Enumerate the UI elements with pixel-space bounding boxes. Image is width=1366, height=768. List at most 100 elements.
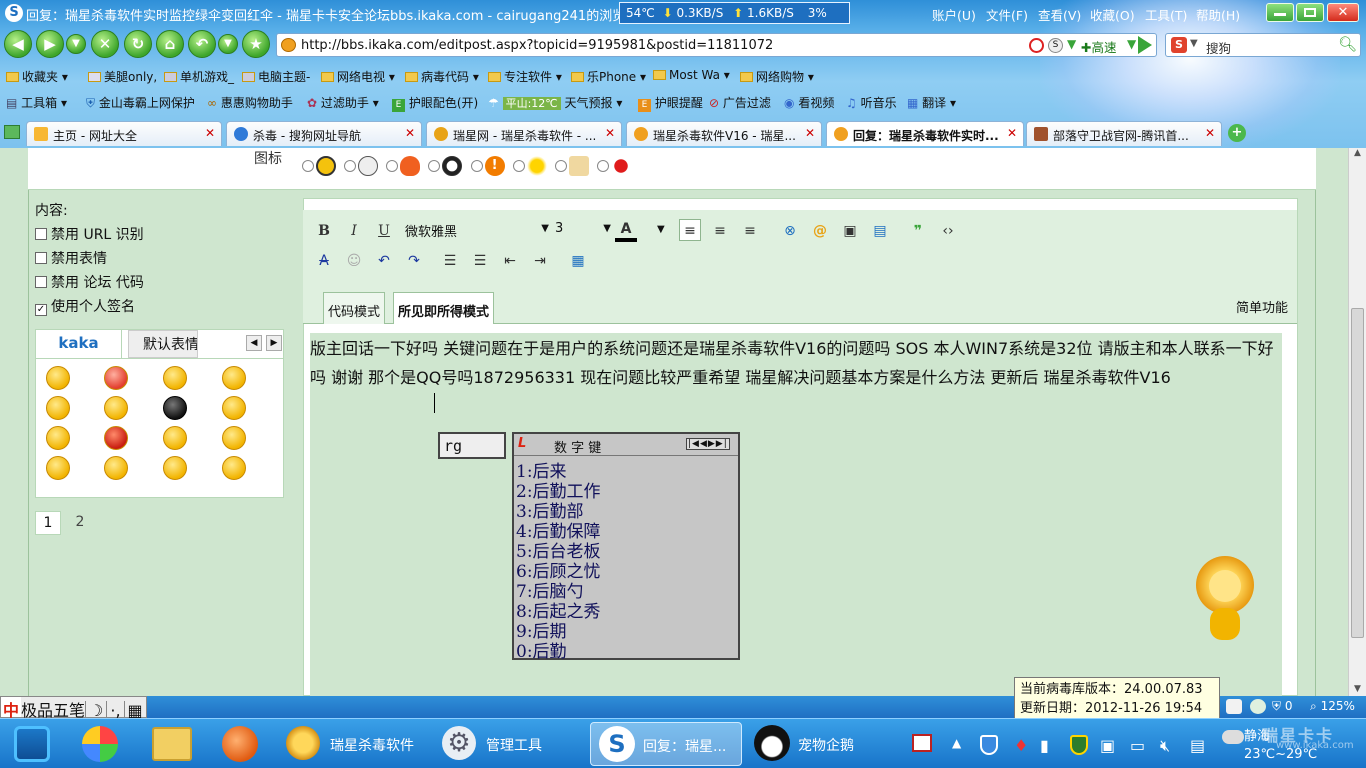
option-use-signature[interactable]: ✓ 使用个人签名 [35, 296, 135, 316]
tray-monitor-icon[interactable]: ▭ [1130, 736, 1145, 755]
tray-security-icon[interactable] [1070, 735, 1088, 755]
undo-dropdown-button[interactable]: ▼ [218, 34, 238, 54]
bookmark-6[interactable]: 专注软件 ▾ [488, 68, 562, 85]
simple-mode-link[interactable]: 简单功能 [1236, 297, 1288, 316]
tray-volume-muted-icon[interactable]: 🔇︎ [1160, 736, 1170, 756]
option-disable-bbcode[interactable]: 禁用 论坛 代码 [35, 272, 144, 292]
icon-radio[interactable] [470, 160, 483, 172]
smiley-icon[interactable] [163, 426, 187, 450]
underline-button[interactable]: U [373, 220, 395, 242]
eye-color-button[interactable]: E 护眼配色(开) [392, 94, 478, 112]
exclamation-icon[interactable]: ! [484, 156, 505, 176]
menu-view[interactable]: 查看(V) [1038, 5, 1081, 24]
smiley-icon[interactable] [46, 366, 70, 390]
ime-page-controls-icon[interactable]: |◀◀▶▶| [686, 438, 730, 450]
tab-tribal-game[interactable]: 部落守卫战官网-腾讯首... ✕ [1026, 121, 1222, 146]
tab-home[interactable]: 主页 - 网址大全 ✕ [26, 121, 222, 146]
minimize-button[interactable] [1266, 3, 1294, 22]
search-engine-dropdown-icon[interactable]: ▼ [1190, 38, 1198, 49]
smiley-icon[interactable] [163, 366, 187, 390]
option-disable-smilies[interactable]: 禁用表情 [35, 248, 107, 268]
adblock-icon[interactable] [1029, 38, 1044, 53]
address-bar[interactable]: http://bbs.ikaka.com/editpost.aspx?topic… [276, 33, 1157, 57]
scroll-down-icon[interactable]: ▼ [1349, 684, 1366, 694]
icon-radio[interactable] [428, 160, 441, 172]
tray-keyboard-icon[interactable]: ▤ [1190, 736, 1205, 755]
music-button[interactable]: ♫ 听音乐 [846, 94, 897, 111]
smiley-page-2[interactable]: 2 [67, 511, 93, 535]
scroll-up-icon[interactable]: ▲ [1349, 148, 1366, 164]
tab-rising-site[interactable]: 瑞星网 - 瑞星杀毒软件 - ... ✕ [426, 121, 622, 146]
rising-lion-mascot-icon[interactable] [1192, 556, 1258, 640]
tray-device-icon[interactable]: ▮ [1040, 736, 1049, 755]
menu-help[interactable]: 帮助(H) [1196, 5, 1240, 24]
link-icon[interactable]: ⊗ [779, 220, 801, 242]
smiley-icon[interactable] [46, 456, 70, 480]
redo-icon[interactable]: ↷ [403, 250, 425, 272]
tab-reply-active[interactable]: 回复：瑞星杀毒软件实时... ✕ [826, 121, 1024, 146]
icon-radio[interactable] [596, 160, 609, 172]
icon-radio[interactable] [554, 160, 567, 172]
taskbar-qq-pet[interactable]: 宠物企鹅 [748, 722, 888, 766]
font-color-button[interactable]: A [615, 218, 637, 242]
status-icon[interactable] [1226, 699, 1242, 714]
font-family-select[interactable]: 微软雅黑 ▼ [405, 221, 549, 241]
smiley-tab-default[interactable]: 默认表情 [128, 330, 198, 358]
taskbar-admin-tools[interactable]: ⚙ 管理工具 [440, 722, 586, 766]
smiley-icon[interactable] [163, 456, 187, 480]
quote-icon[interactable]: ❞ [907, 220, 929, 242]
italic-button[interactable]: I [343, 220, 365, 242]
close-tab-icon[interactable]: ✕ [605, 126, 615, 140]
bookmark-favorites[interactable]: 收藏夹 ▾ [6, 68, 68, 85]
close-tab-icon[interactable]: ✕ [1007, 126, 1017, 140]
kingsoft-protect-button[interactable]: ⛨ 金山毒霸上网保护 [86, 94, 195, 111]
weather-gadget[interactable]: 静海 23℃~29℃ 瑞星卡卡 www.ikaka.com [1218, 722, 1366, 768]
close-tab-icon[interactable]: ✕ [805, 126, 815, 140]
email-icon[interactable]: @ [809, 220, 831, 242]
go-button[interactable] [1138, 36, 1152, 54]
ime-status-bar[interactable]: 中极品五笔 ☽ ·, ▦ [0, 696, 147, 720]
refresh-button[interactable]: ↻ [124, 30, 152, 58]
checkbox[interactable] [35, 276, 47, 288]
table-icon[interactable]: ▦ [567, 250, 589, 272]
back-button[interactable]: ◀ [4, 30, 32, 58]
close-tab-icon[interactable]: ✕ [405, 126, 415, 140]
zoom-level[interactable]: ⌕ 125% [1310, 699, 1355, 714]
editor-text[interactable]: 版主回话一下好吗 关键问题在于是用户的系统问题还是瑞星杀毒软件V16的问题吗 S… [310, 334, 1280, 392]
font-size-select[interactable]: 3 ▼ [555, 221, 611, 241]
smiley-tab-kaka[interactable]: kaka [36, 330, 122, 358]
tab-list-icon[interactable] [4, 125, 20, 139]
bookmark-9[interactable]: 网络购物 ▾ [740, 68, 814, 85]
play-icon[interactable] [358, 156, 379, 176]
football-icon[interactable] [442, 156, 463, 176]
close-tab-icon[interactable]: ✕ [1205, 126, 1215, 140]
bookmark-3[interactable]: 电脑主题- [242, 68, 310, 85]
tab-code-mode[interactable]: 代码模式 [323, 292, 386, 324]
page-scrollbar[interactable]: ▲ ▼ [1348, 148, 1366, 696]
forward-button[interactable]: ▶ [36, 30, 64, 58]
security-count[interactable]: ⛨ 0 [1272, 699, 1292, 714]
undo-close-button[interactable]: ↶ [188, 30, 216, 58]
tab-sogou[interactable]: 杀毒 - 搜狗网址导航 ✕ [226, 121, 422, 146]
menu-account[interactable]: 账户(U) [932, 5, 976, 24]
eye-reminder-button[interactable]: E 护眼提醒 [638, 94, 703, 112]
scroll-thumb[interactable] [1351, 308, 1364, 638]
smiley-icon[interactable] [104, 456, 128, 480]
media-icon[interactable]: ▤ [869, 220, 891, 242]
stop-button[interactable]: ✕ [91, 30, 119, 58]
align-center-button[interactable]: ≡ [709, 220, 731, 242]
radiation-icon[interactable] [316, 156, 336, 176]
weather-widget[interactable]: ☂ 平山:12℃ 天气预报 ▾ [488, 94, 622, 111]
smiley-prev-icon[interactable]: ◀ [246, 335, 262, 351]
smiley-icon[interactable] [222, 426, 246, 450]
bookmark-8[interactable]: Most Wa ▾ [653, 68, 730, 82]
smiley-page-1[interactable]: 1 [35, 511, 61, 535]
smiley-icon[interactable] [46, 396, 70, 420]
bold-button[interactable]: B [313, 220, 335, 242]
shield-dropdown-icon[interactable]: ▼ [1067, 37, 1076, 51]
smiley-icon[interactable] [222, 396, 246, 420]
indent-icon[interactable]: ⇥ [529, 250, 551, 272]
tray-network-icon[interactable]: ▣ [1100, 736, 1115, 755]
bookmark-4[interactable]: 网络电视 ▾ [321, 68, 395, 85]
outdent-icon[interactable]: ⇤ [499, 250, 521, 272]
